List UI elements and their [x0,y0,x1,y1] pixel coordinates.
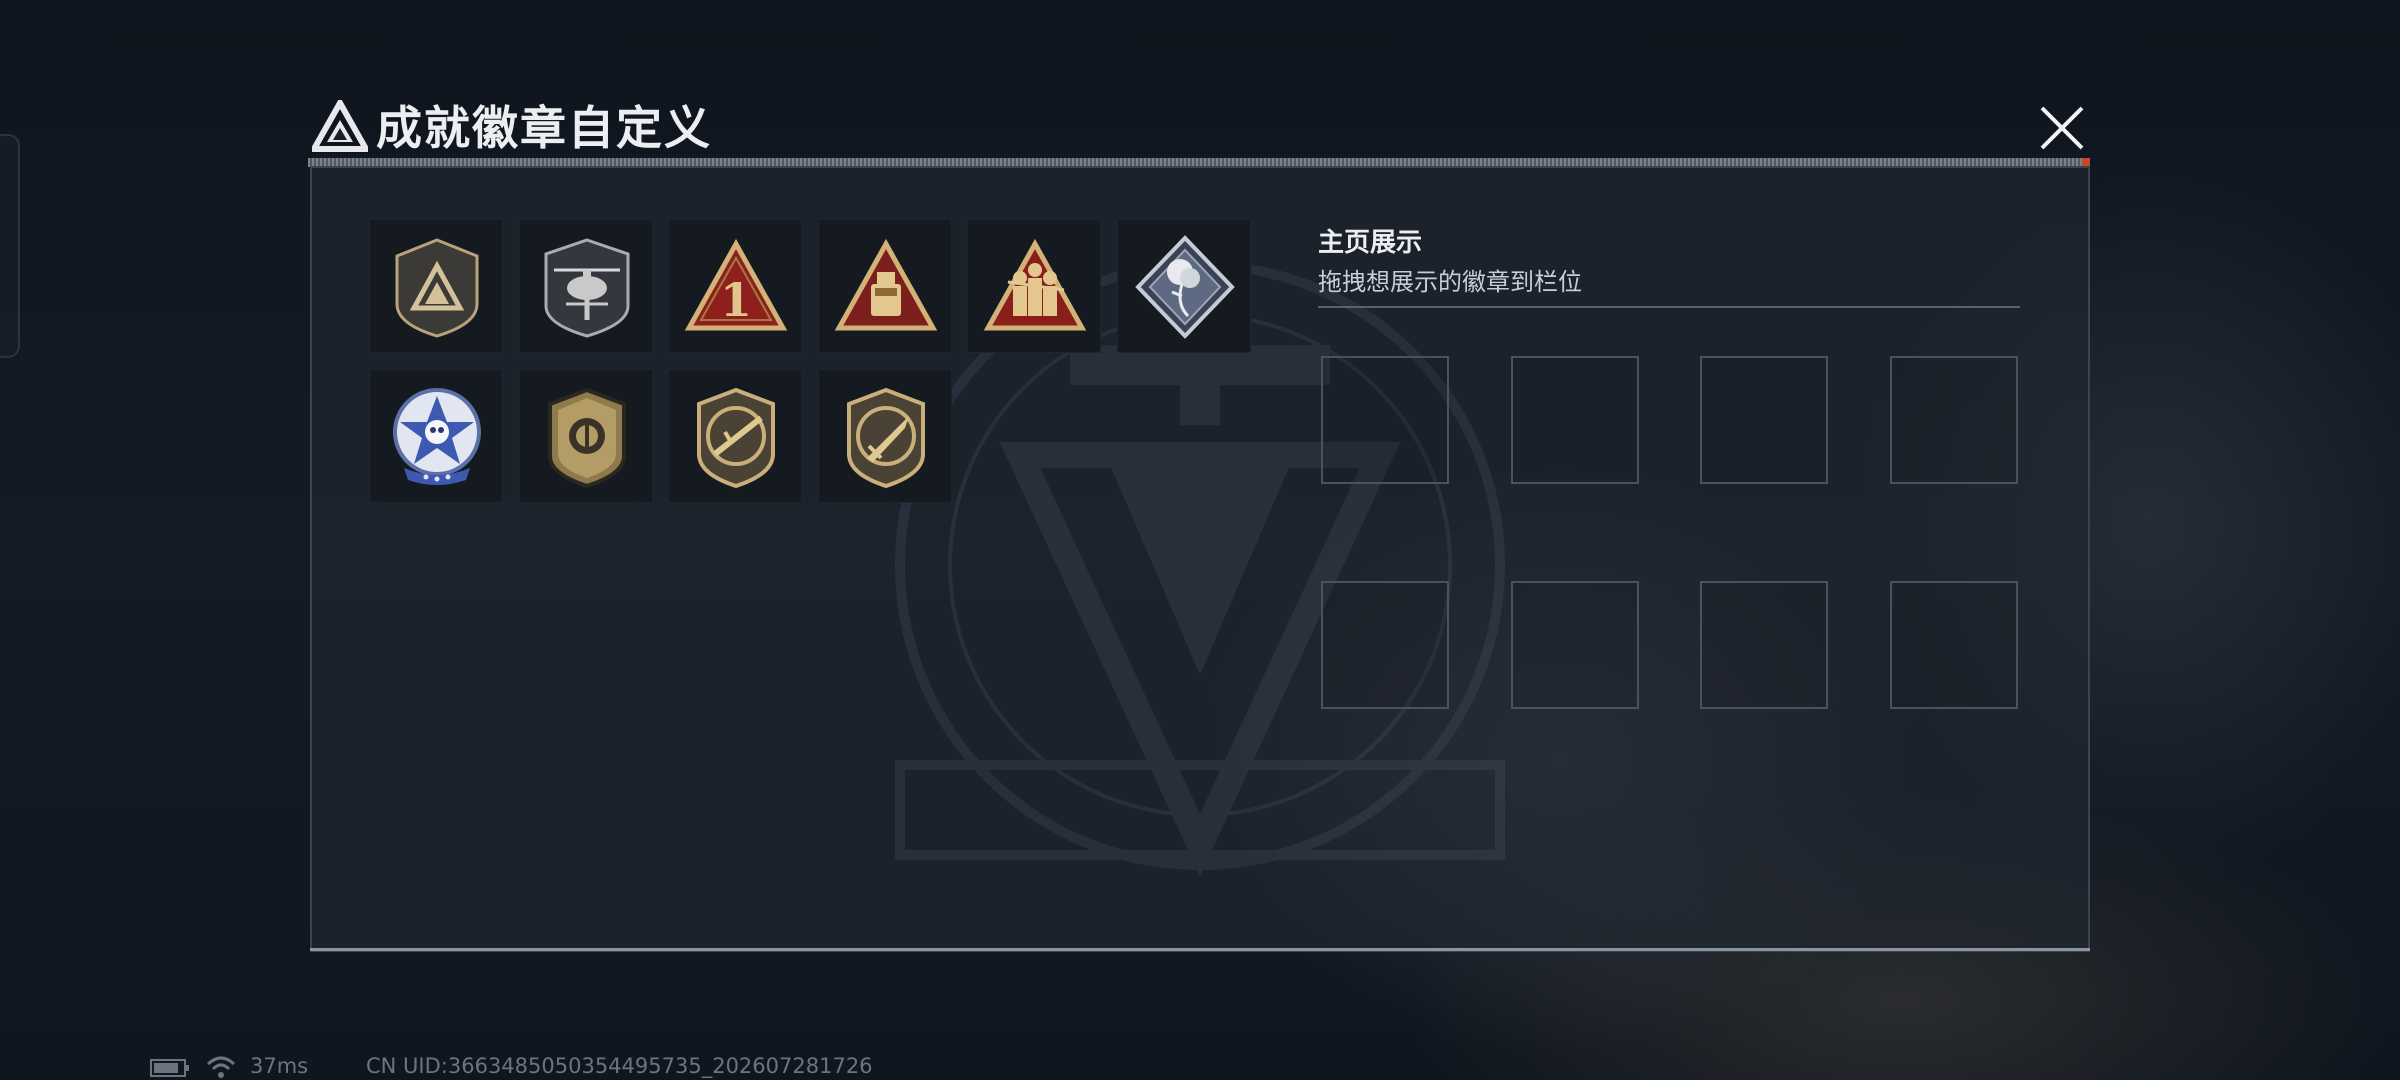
rose-diamond-icon [1135,235,1235,339]
showcase-slot[interactable] [1511,356,1639,484]
showcase-slot[interactable] [1511,581,1639,709]
badge-token-shield[interactable] [519,369,653,503]
badge-rank-one[interactable]: 1 [668,219,802,353]
knife-icon [847,387,925,489]
close-button[interactable] [2030,98,2094,158]
showcase-slot[interactable] [1700,581,1828,709]
badge-triangle-shield[interactable] [369,219,503,353]
showcase-slot[interactable] [1890,581,2018,709]
triangle-shield-icon [395,238,479,338]
wifi-icon [206,1056,236,1078]
helicopter-icon [544,238,630,338]
showcase-divider [1318,306,2020,308]
soldiers-icon [983,238,1087,331]
token-shield-icon [548,387,626,489]
showcase-slot[interactable] [1890,356,2018,484]
rank-one-icon: 1 [684,238,788,331]
side-drawer-handle[interactable] [0,134,20,358]
delta-logo-icon [312,100,368,152]
badge-star-skull[interactable] [369,369,503,503]
showcase-slot[interactable] [1321,356,1449,484]
showcase-slot[interactable] [1700,356,1828,484]
close-icon [2040,106,2084,150]
badge-helicopter[interactable] [519,219,653,353]
svg-text:1: 1 [720,273,752,327]
showcase-slot[interactable] [1321,581,1449,709]
uid-text: CN UID:3663485050354495735_202607281726 [366,1054,873,1078]
battery-icon [150,1059,189,1077]
showcase-instructions: 拖拽想展示的徽章到栏位 [1318,268,1582,296]
showcase-title: 主页展示 [1318,228,1423,258]
usb-drive-icon [834,238,938,331]
title-bar: 成就徽章自定义 [302,90,2096,160]
badge-soldiers[interactable] [967,219,1101,353]
page-title: 成就徽章自定义 [376,101,712,155]
panel-bottom-line [310,948,2090,951]
badge-rose-diamond[interactable] [1117,219,1251,353]
rifle-icon [697,387,775,489]
badge-rifle[interactable] [668,369,802,503]
star-skull-icon [393,388,481,485]
badge-knife[interactable] [818,369,952,503]
ping-text: 37ms [250,1054,309,1078]
badge-usb-drive[interactable] [818,219,952,353]
